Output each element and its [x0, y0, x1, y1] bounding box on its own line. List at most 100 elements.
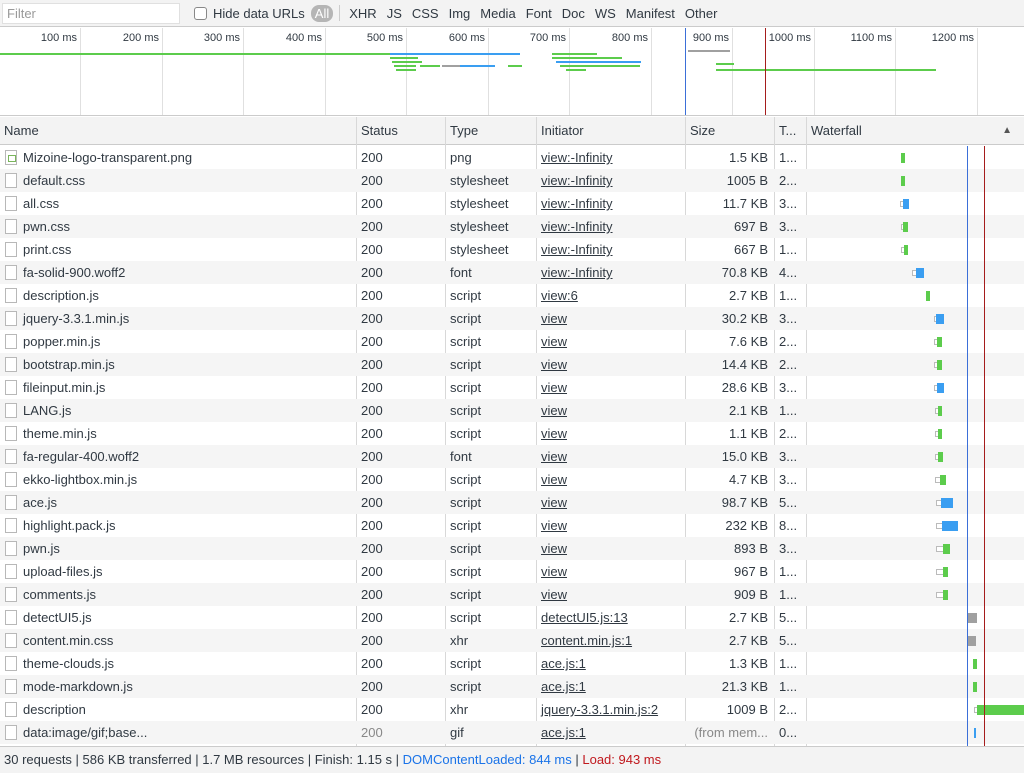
waterfall-bar[interactable] — [973, 682, 977, 692]
request-name-cell[interactable]: pwn.js — [0, 537, 356, 560]
request-row[interactable]: description.js 200 script view:6 2.7 KB 1... — [0, 284, 1024, 307]
waterfall-bar[interactable] — [974, 728, 976, 738]
request-initiator-link[interactable]: view:-Infinity — [537, 261, 685, 284]
column-header-size[interactable]: Size — [686, 117, 774, 145]
request-row[interactable]: theme.min.js 200 script view 1.1 KB 2... — [0, 422, 1024, 445]
request-initiator-link[interactable]: view — [537, 583, 685, 606]
request-name-cell[interactable]: pwn.css — [0, 215, 356, 238]
request-row[interactable]: LANG.js 200 script view 2.1 KB 1... — [0, 399, 1024, 422]
request-initiator-link[interactable]: jquery-3.3.1.min.js:2 — [537, 698, 685, 721]
column-header-status[interactable]: Status — [357, 117, 445, 145]
filter-input[interactable] — [2, 2, 180, 24]
type-filter-all[interactable]: All — [310, 4, 334, 22]
hide-data-urls-checkbox[interactable] — [194, 6, 207, 20]
request-initiator-link[interactable]: content.min.js:1 — [537, 629, 685, 652]
hide-data-urls-toggle[interactable]: Hide data URLs — [194, 6, 305, 21]
request-row[interactable]: ace.js 200 script view 98.7 KB 5... — [0, 491, 1024, 514]
request-name-cell[interactable]: bootstrap.min.js — [0, 353, 356, 376]
waterfall-bar[interactable] — [937, 337, 942, 347]
waterfall-bar[interactable] — [904, 245, 908, 255]
request-row[interactable]: all.css 200 stylesheet view:-Infinity 11.7 K… — [0, 192, 1024, 215]
request-initiator-link[interactable]: view — [537, 491, 685, 514]
waterfall-bar[interactable] — [901, 153, 905, 163]
waterfall-bar[interactable] — [943, 590, 948, 600]
waterfall-bar[interactable] — [937, 360, 942, 370]
request-initiator-link[interactable]: view — [537, 422, 685, 445]
request-name-cell[interactable]: all.css — [0, 192, 356, 215]
request-row[interactable]: jquery-3.3.1.min.js 200 script view 30.2 KB 3… — [0, 307, 1024, 330]
request-row[interactable]: theme-clouds.js 200 script ace.js:1 1.3 KB 1.… — [0, 652, 1024, 675]
request-name-cell[interactable]: description — [0, 698, 356, 721]
request-row[interactable]: fa-solid-900.woff2 200 font view:-Infinity 7… — [0, 261, 1024, 284]
request-row[interactable]: mode-markdown.js 200 script ace.js:1 21.3 KB… — [0, 675, 1024, 698]
request-initiator-link[interactable]: view — [537, 468, 685, 491]
waterfall-bar[interactable] — [941, 498, 953, 508]
request-name-cell[interactable]: upload-files.js — [0, 560, 356, 583]
request-initiator-link[interactable]: detectUI5.js:13 — [537, 606, 685, 629]
request-row[interactable]: popper.min.js 200 script view 7.6 KB 2... — [0, 330, 1024, 353]
request-row[interactable]: default.css 200 stylesheet view:-Infinity 10… — [0, 169, 1024, 192]
request-name-cell[interactable]: fa-regular-400.woff2 — [0, 445, 356, 468]
waterfall-bar[interactable] — [916, 268, 924, 278]
request-row[interactable]: pwn.js 200 script view 893 B 3... — [0, 537, 1024, 560]
waterfall-bar[interactable] — [937, 383, 944, 393]
type-filter-media[interactable]: Media — [476, 6, 519, 21]
request-name-cell[interactable]: highlight.pack.js — [0, 514, 356, 537]
request-name-cell[interactable]: ace.js — [0, 491, 356, 514]
request-row[interactable]: highlight.pack.js 200 script view 232 KB 8... — [0, 514, 1024, 537]
waterfall-bar[interactable] — [938, 452, 943, 462]
request-name-cell[interactable]: default.css — [0, 169, 356, 192]
request-name-cell[interactable]: LANG.js — [0, 399, 356, 422]
type-filter-ws[interactable]: WS — [591, 6, 620, 21]
type-filter-other[interactable]: Other — [681, 6, 722, 21]
column-header-waterfall[interactable]: Waterfall ▲ — [807, 117, 1024, 145]
waterfall-bar[interactable] — [926, 291, 930, 301]
request-name-cell[interactable]: popper.min.js — [0, 330, 356, 353]
request-initiator-link[interactable]: view — [537, 537, 685, 560]
waterfall-bar[interactable] — [973, 659, 977, 669]
request-name-cell[interactable]: fileinput.min.js — [0, 376, 356, 399]
column-header-initiator[interactable]: Initiator — [537, 117, 685, 145]
request-row[interactable]: fileinput.min.js 200 script view 28.6 KB 3... — [0, 376, 1024, 399]
column-header-time[interactable]: T... — [775, 117, 806, 145]
request-row[interactable]: ekko-lightbox.min.js 200 script view 4.7 KB 3… — [0, 468, 1024, 491]
type-filter-css[interactable]: CSS — [408, 6, 443, 21]
request-row[interactable]: upload-files.js 200 script view 967 B 1... — [0, 560, 1024, 583]
type-filter-font[interactable]: Font — [522, 6, 556, 21]
request-initiator-link[interactable]: view:6 — [537, 284, 685, 307]
request-initiator-link[interactable]: ace.js:1 — [537, 721, 685, 744]
request-row[interactable]: fa-regular-400.woff2 200 font view 15.0 KB 3.… — [0, 445, 1024, 468]
request-row[interactable]: Mizoine-logo-transparent.png 200 png view:-… — [0, 146, 1024, 169]
waterfall-bar[interactable] — [901, 176, 905, 186]
request-name-cell[interactable]: ekko-lightbox.min.js — [0, 468, 356, 491]
waterfall-bar[interactable] — [938, 429, 942, 439]
request-name-cell[interactable]: theme.min.js — [0, 422, 356, 445]
type-filter-manifest[interactable]: Manifest — [622, 6, 679, 21]
timeline-overview[interactable]: 100 ms 200 ms 300 ms 400 ms 500 ms 600 ms 700 … — [0, 28, 1024, 116]
waterfall-bar[interactable] — [943, 567, 948, 577]
request-name-cell[interactable]: mode-markdown.js — [0, 675, 356, 698]
request-initiator-link[interactable]: view — [537, 399, 685, 422]
request-row[interactable]: pwn.css 200 stylesheet view:-Infinity 697 B 3… — [0, 215, 1024, 238]
request-row[interactable]: content.min.css 200 xhr content.min.js:1 2.7… — [0, 629, 1024, 652]
request-name-cell[interactable]: jquery-3.3.1.min.js — [0, 307, 356, 330]
column-header-type[interactable]: Type — [446, 117, 536, 145]
waterfall-bar[interactable] — [967, 613, 977, 623]
type-filter-doc[interactable]: Doc — [558, 6, 589, 21]
request-row[interactable]: detectUI5.js 200 script detectUI5.js:13 2.7 … — [0, 606, 1024, 629]
request-initiator-link[interactable]: view — [537, 353, 685, 376]
waterfall-bar[interactable] — [903, 199, 909, 209]
request-row[interactable]: bootstrap.min.js 200 script view 14.4 KB 2... — [0, 353, 1024, 376]
request-row[interactable]: data:image/gif;base... 200 gif ace.js:1 (fro… — [0, 721, 1024, 744]
request-name-cell[interactable]: theme-clouds.js — [0, 652, 356, 675]
request-initiator-link[interactable]: view:-Infinity — [537, 169, 685, 192]
request-initiator-link[interactable]: view — [537, 376, 685, 399]
request-initiator-link[interactable]: view — [537, 514, 685, 537]
type-filter-img[interactable]: Img — [445, 6, 475, 21]
request-initiator-link[interactable]: view:-Infinity — [537, 192, 685, 215]
waterfall-bar[interactable] — [938, 406, 942, 416]
request-name-cell[interactable]: content.min.css — [0, 629, 356, 652]
request-name-cell[interactable]: comments.js — [0, 583, 356, 606]
request-row[interactable]: comments.js 200 script view 909 B 1... — [0, 583, 1024, 606]
request-row[interactable]: description 200 xhr jquery-3.3.1.min.js:2 10… — [0, 698, 1024, 721]
